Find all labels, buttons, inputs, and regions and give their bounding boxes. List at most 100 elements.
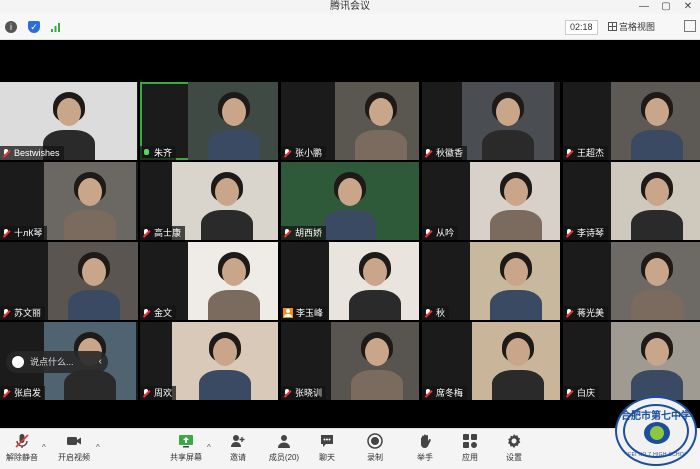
participant-nametag: 张启发: [0, 386, 46, 400]
participant-video: [331, 322, 419, 400]
unmute-button[interactable]: 解除静音: [0, 433, 44, 469]
participant-video: [470, 162, 560, 240]
participant-tile[interactable]: 李玉峰: [281, 242, 419, 320]
participant-video: [44, 162, 136, 240]
participant-tile[interactable]: 高士康: [140, 162, 278, 240]
chevron-up-icon[interactable]: ^: [207, 443, 211, 452]
participant-tile[interactable]: 周欢: [140, 322, 278, 400]
chevron-up-icon[interactable]: ^: [96, 443, 100, 452]
host-icon: [283, 308, 293, 318]
participant-video: [188, 242, 278, 320]
participant-name: 张启发: [14, 388, 42, 398]
participant-tile[interactable]: 从吟: [422, 162, 560, 240]
mic-on-icon: [142, 148, 151, 158]
chat-preview-text: 说点什么...: [30, 357, 74, 367]
participant-nametag: 张晓训: [281, 386, 327, 400]
record-button[interactable]: 录制: [353, 433, 397, 469]
raise-hand-icon: [417, 433, 433, 449]
participant-tile[interactable]: 白庆: [563, 322, 700, 400]
school-logo-subtitle: HEFEI NO.7 HIGH SCHOOL: [620, 452, 692, 458]
maximize-button[interactable]: ▢: [656, 0, 676, 14]
settings-button[interactable]: 设置: [492, 433, 536, 469]
participant-tile[interactable]: 李诗琴: [563, 162, 700, 240]
participant-name: 白庆: [577, 388, 596, 398]
chat-preview[interactable]: 说点什么... ‹: [6, 351, 108, 373]
participant-nametag: 张小鹏: [281, 146, 327, 160]
participant-nametag: 蒋光美: [563, 306, 609, 320]
participant-tile[interactable]: 十лК琴: [0, 162, 138, 240]
participant-tile[interactable]: 王超杰: [563, 82, 700, 160]
participant-tile[interactable]: Bestwishes: [0, 82, 138, 160]
invite-icon: [230, 433, 246, 449]
fullscreen-icon[interactable]: [684, 20, 696, 32]
close-button[interactable]: ✕: [678, 0, 698, 14]
participant-name: 胡西娇: [295, 228, 323, 238]
participant-tile[interactable]: 蒋光美: [563, 242, 700, 320]
mic-muted-icon: [424, 148, 433, 158]
chevron-left-icon[interactable]: ‹: [99, 351, 102, 373]
participant-name: 李玉峰: [296, 308, 324, 318]
participant-video: [611, 82, 700, 160]
participant-tile[interactable]: 秋徽香: [422, 82, 560, 160]
gear-icon: [506, 433, 522, 449]
invite-button[interactable]: 邀请: [216, 433, 260, 469]
participant-name: 从吟: [436, 228, 455, 238]
school-emblem-icon: [644, 422, 670, 444]
mic-muted-icon: [565, 228, 574, 238]
mic-muted-icon: [14, 433, 30, 449]
raise-hand-button[interactable]: 举手: [403, 433, 447, 469]
chat-label: 聊天: [319, 453, 335, 462]
view-toggle-label: 宫格视图: [619, 22, 656, 32]
meeting-toolbar: 解除静音 ^ 开启视频 ^ 共享屏幕 ^ 邀请 成员(20) 聊天 录制 举手 …: [0, 428, 700, 469]
participant-nametag: 李玉峰: [281, 306, 328, 320]
record-label: 录制: [367, 453, 383, 462]
participant-tile[interactable]: 金文: [140, 242, 278, 320]
participant-nametag: 周欢: [140, 386, 177, 400]
signal-icon[interactable]: [50, 21, 62, 33]
participant-nametag: 秋徽香: [422, 146, 468, 160]
members-button[interactable]: 成员(20): [262, 433, 306, 469]
participant-name: 张小鹏: [295, 148, 323, 158]
window-title: 腾讯会议: [330, 1, 370, 12]
shield-icon[interactable]: ✓: [28, 21, 40, 33]
participant-name: 十лК琴: [14, 228, 43, 238]
chevron-up-icon[interactable]: ^: [42, 443, 46, 452]
share-screen-button[interactable]: 共享屏幕: [164, 433, 208, 469]
chat-icon: [319, 433, 335, 449]
participant-video: [462, 82, 554, 160]
mic-muted-icon: [2, 148, 11, 158]
school-logo-title: 合肥市第七中学: [621, 411, 691, 422]
participant-tile[interactable]: 张晓训: [281, 322, 419, 400]
participant-tile[interactable]: 张小鹏: [281, 82, 419, 160]
participant-nametag: 胡西娇: [281, 226, 327, 240]
unmute-label: 解除静音: [6, 453, 38, 462]
mic-muted-icon: [142, 228, 151, 238]
participant-name: 王超杰: [577, 148, 605, 158]
invite-label: 邀请: [230, 453, 246, 462]
participant-name: 张晓训: [295, 388, 323, 398]
participant-tile[interactable]: 席冬梅: [422, 322, 560, 400]
start-video-button[interactable]: 开启视频: [52, 433, 96, 469]
participant-nametag: 李诗琴: [563, 226, 609, 240]
participant-tile[interactable]: 秋: [422, 242, 560, 320]
participant-tile[interactable]: 苏文丽: [0, 242, 138, 320]
participant-tile[interactable]: 胡西娇: [281, 162, 419, 240]
minimize-button[interactable]: —: [634, 0, 654, 14]
participant-video: [611, 322, 700, 400]
view-toggle-button[interactable]: 宫格视图: [608, 20, 655, 35]
mic-muted-icon: [2, 228, 11, 238]
participant-video: [48, 242, 138, 320]
participant-name: 苏文丽: [14, 308, 42, 318]
participant-name: 金文: [154, 308, 173, 318]
info-icon[interactable]: i: [5, 21, 17, 33]
participant-name: 秋: [436, 308, 446, 318]
apps-button[interactable]: 应用: [448, 433, 492, 469]
participant-video: [329, 242, 419, 320]
participant-nametag: 金文: [140, 306, 177, 320]
share-screen-label: 共享屏幕: [170, 453, 202, 462]
chat-button[interactable]: 聊天: [305, 433, 349, 469]
participant-video: [188, 82, 278, 160]
participant-tile[interactable]: 朱齐: [140, 82, 278, 160]
members-icon: [276, 433, 292, 449]
participant-video: [611, 162, 700, 240]
